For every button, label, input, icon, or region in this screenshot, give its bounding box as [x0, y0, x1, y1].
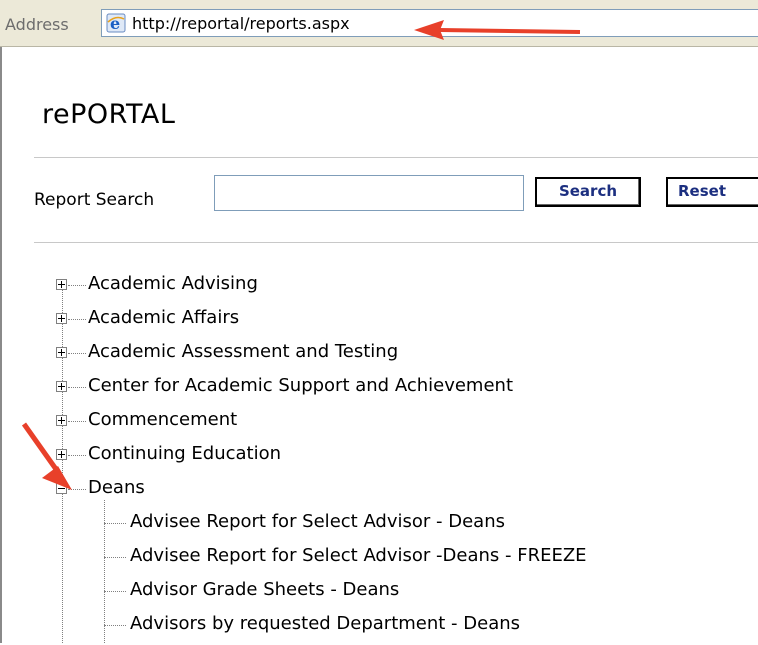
search-button[interactable]: Search	[535, 177, 641, 207]
expand-icon[interactable]	[56, 347, 67, 358]
tree-node-label[interactable]: Center for Academic Support and Achievem…	[88, 375, 513, 396]
report-search-input[interactable]	[214, 175, 524, 211]
annotation-arrow-url	[414, 20, 581, 40]
tree-guide-line-deans	[104, 500, 105, 643]
page-title: rePORTAL	[42, 99, 176, 130]
report-link[interactable]: Advisor Grade Sheets - Deans	[130, 579, 399, 600]
tree-node-label[interactable]: Academic Affairs	[88, 307, 239, 328]
reset-button[interactable]: Reset	[666, 177, 758, 207]
tree-node-label[interactable]: Academic Assessment and Testing	[88, 341, 398, 362]
divider-top	[34, 157, 758, 158]
page-content: rePORTAL Report Search Search Reset Acad…	[0, 47, 758, 643]
expand-icon[interactable]	[56, 279, 67, 290]
tree-node-label[interactable]: Commencement	[88, 409, 237, 430]
annotation-arrow-tree	[21, 422, 72, 490]
report-search-label: Report Search	[34, 190, 155, 210]
internet-explorer-icon: e	[106, 13, 126, 33]
expand-icon[interactable]	[56, 313, 67, 324]
address-label: Address	[5, 15, 69, 34]
tree-node-label[interactable]: Academic Advising	[88, 273, 258, 294]
address-bar: Address e http://reportal/reports.aspx	[0, 0, 758, 47]
report-link[interactable]: Advisee Report for Select Advisor - Dean…	[130, 511, 505, 532]
address-url[interactable]: http://reportal/reports.aspx	[132, 14, 350, 33]
expand-icon[interactable]	[56, 381, 67, 392]
divider-bottom	[34, 242, 758, 243]
tree-node-label[interactable]: Deans	[88, 477, 145, 498]
report-link[interactable]: Advisee Report for Select Advisor -Deans…	[130, 545, 587, 566]
report-link[interactable]: Advisors by requested Department - Deans	[130, 613, 520, 634]
tree-node-label[interactable]: Continuing Education	[88, 443, 281, 464]
